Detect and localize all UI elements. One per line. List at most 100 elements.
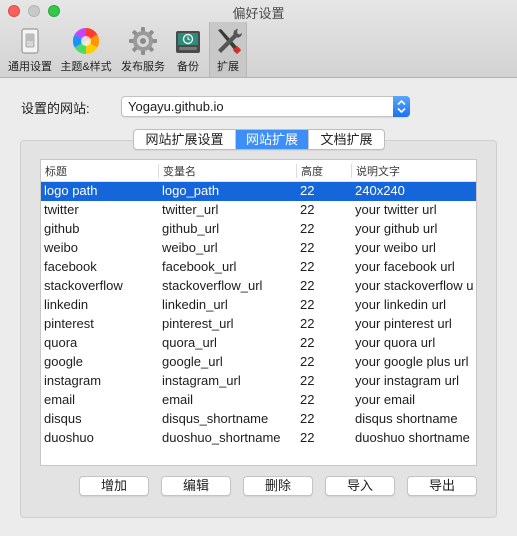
- table-row[interactable]: weibo weibo_url 22 your weibo url: [41, 239, 476, 258]
- popup-stepper[interactable]: [393, 96, 410, 117]
- cell-variable: linkedin_url: [162, 297, 228, 312]
- cell-height: 22: [300, 392, 315, 407]
- add-button[interactable]: 增加: [79, 476, 149, 496]
- cell-title: logo path: [44, 183, 98, 198]
- cell-description: your twitter url: [355, 202, 437, 217]
- edit-button[interactable]: 编辑: [161, 476, 231, 496]
- cell-description: your pinterest url: [355, 316, 452, 331]
- cell-title: instagram: [44, 373, 102, 388]
- site-select[interactable]: Yogayu.github.io: [121, 96, 410, 117]
- cell-variable: google_url: [162, 354, 223, 369]
- cell-variable: email: [162, 392, 194, 407]
- table-row[interactable]: duoshuo duoshuo_shortname 22 duoshuo shortn…: [41, 429, 476, 448]
- toolbar-label: 主题&样式: [60, 61, 112, 73]
- column-header-variable[interactable]: 变量名: [163, 163, 196, 179]
- toolbar-item-extensions[interactable]: 扩展: [209, 22, 247, 77]
- export-button[interactable]: 导出: [407, 476, 477, 496]
- cell-variable: pinterest_url: [162, 316, 234, 331]
- toolbar-item-general[interactable]: 通用设置: [6, 22, 54, 77]
- table-row[interactable]: pinterest pinterest_url 22 your pinterest u…: [41, 315, 476, 334]
- column-header-height[interactable]: 高度: [301, 163, 323, 179]
- table-row[interactable]: github github_url 22 your github url: [41, 220, 476, 239]
- table-row[interactable]: logo path logo_path 22 240x240: [41, 182, 476, 201]
- column-divider[interactable]: [296, 164, 297, 178]
- delete-button[interactable]: 删除: [243, 476, 313, 496]
- cell-variable: instagram_url: [162, 373, 241, 388]
- cell-description: your quora url: [355, 335, 436, 350]
- site-label: 设置的网站:: [21, 101, 90, 116]
- tab-site-extension-settings[interactable]: 网站扩展设置: [134, 130, 235, 149]
- column-divider[interactable]: [351, 164, 352, 178]
- cell-height: 22: [300, 240, 315, 255]
- toolbar-item-publish[interactable]: 发布服务: [118, 22, 168, 77]
- cell-description: your instagram url: [355, 373, 460, 388]
- table-row[interactable]: stackoverflow stackoverflow_url 22 your sta…: [41, 277, 476, 296]
- cell-description: your linkedin url: [355, 297, 447, 312]
- color-wheel-icon: [72, 27, 100, 55]
- cell-height: 22: [300, 335, 315, 350]
- toolbar-label: 备份: [177, 61, 199, 73]
- cell-height: 22: [300, 411, 315, 426]
- table-header: 标题 变量名 高度 说明文字: [41, 160, 476, 182]
- segmented-tabs: 网站扩展设置 网站扩展 文档扩展: [133, 129, 385, 150]
- cell-description: your github url: [355, 221, 438, 236]
- toolbar-label: 通用设置: [8, 61, 52, 73]
- toolbar-label: 发布服务: [121, 61, 165, 73]
- cell-title: twitter: [44, 202, 79, 217]
- cell-height: 22: [300, 316, 315, 331]
- table-row[interactable]: facebook facebook_url 22 your facebook url: [41, 258, 476, 277]
- time-machine-icon: [176, 31, 200, 53]
- cell-description: your weibo url: [355, 240, 436, 255]
- cell-variable: duoshuo_shortname: [162, 430, 281, 445]
- column-divider[interactable]: [158, 164, 159, 178]
- column-header-title[interactable]: 标题: [45, 163, 67, 179]
- tab-site-extensions[interactable]: 网站扩展: [235, 130, 308, 149]
- tab-document-extensions[interactable]: 文档扩展: [308, 130, 384, 149]
- cell-title: linkedin: [44, 297, 89, 312]
- table-row[interactable]: instagram instagram_url 22 your instagram u…: [41, 372, 476, 391]
- cell-variable: quora_url: [162, 335, 217, 350]
- cell-description: your email: [355, 392, 415, 407]
- column-header-description[interactable]: 说明文字: [356, 163, 400, 179]
- cell-title: facebook: [44, 259, 97, 274]
- cell-height: 22: [300, 354, 315, 369]
- gear-icon: [129, 27, 157, 55]
- toolbar-label: 扩展: [217, 61, 239, 73]
- table-row[interactable]: quora quora_url 22 your quora url: [41, 334, 476, 353]
- cell-description: duoshuo shortname: [355, 430, 470, 445]
- cell-height: 22: [300, 373, 315, 388]
- table-rows: logo path logo_path 22 240x240 twitter twitte…: [41, 182, 476, 448]
- cell-height: 22: [300, 202, 315, 217]
- cell-title: weibo: [44, 240, 78, 255]
- cell-height: 22: [300, 259, 315, 274]
- extensions-table[interactable]: 标题 变量名 高度 说明文字 logo path logo_path 22 240x2…: [40, 159, 477, 466]
- toolbar-item-theme[interactable]: 主题&样式: [58, 22, 114, 77]
- table-row[interactable]: disqus disqus_shortname 22 disqus shortname: [41, 410, 476, 429]
- cell-title: quora: [44, 335, 78, 350]
- cell-title: stackoverflow: [44, 278, 123, 293]
- cell-height: 22: [300, 278, 315, 293]
- cell-title: github: [44, 221, 80, 236]
- site-select-value: Yogayu.github.io: [128, 99, 224, 114]
- chevron-up-down-icon: [397, 99, 406, 114]
- cell-title: duoshuo: [44, 430, 94, 445]
- cell-description: your google plus url: [355, 354, 469, 369]
- title-bar: 偏好设置 通用设置 主题&样式 发布服务 备份 扩展: [0, 0, 517, 78]
- cell-variable: facebook_url: [162, 259, 237, 274]
- cell-variable: weibo_url: [162, 240, 218, 255]
- table-row[interactable]: linkedin linkedin_url 22 your linkedin url: [41, 296, 476, 315]
- cell-title: disqus: [44, 411, 82, 426]
- table-row[interactable]: google google_url 22 your google plus url: [41, 353, 476, 372]
- cell-variable: disqus_shortname: [162, 411, 269, 426]
- cell-height: 22: [300, 183, 315, 198]
- table-row[interactable]: email email 22 your email: [41, 391, 476, 410]
- import-button[interactable]: 导入: [325, 476, 395, 496]
- cell-title: google: [44, 354, 84, 369]
- cell-variable: stackoverflow_url: [162, 278, 263, 293]
- cell-description: your facebook url: [355, 259, 455, 274]
- table-row[interactable]: twitter twitter_url 22 your twitter url: [41, 201, 476, 220]
- cell-description: your stackoverflow url: [355, 278, 474, 293]
- tools-icon: [218, 29, 242, 54]
- toolbar-item-backup[interactable]: 备份: [170, 22, 206, 77]
- cell-variable: github_url: [162, 221, 220, 236]
